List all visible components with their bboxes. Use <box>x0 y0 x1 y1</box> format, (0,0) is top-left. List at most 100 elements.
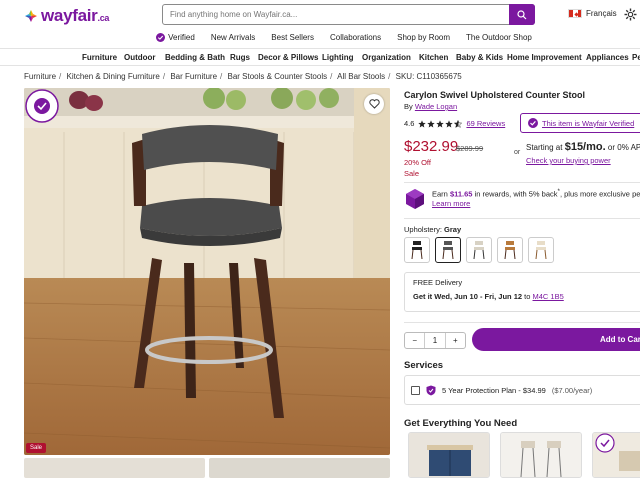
related-products <box>404 432 640 478</box>
subnav-outdoor-shop[interactable]: The Outdoor Shop <box>466 33 532 42</box>
settings-gear-icon[interactable] <box>624 8 637 21</box>
logo-text: wayfair <box>41 6 98 25</box>
wayfair-verified-link[interactable]: This item is Wayfair Verified <box>520 113 640 133</box>
subnav-verified[interactable]: Verified <box>156 33 195 42</box>
search-button[interactable] <box>509 4 535 25</box>
breadcrumb-bar-stools[interactable]: Bar Stools & Counter Stools <box>228 72 328 81</box>
thumbnail-strip <box>24 458 390 478</box>
category-pets[interactable]: Pe <box>632 53 640 62</box>
half-star-icon <box>454 119 463 128</box>
category-bedding-bath[interactable]: Bedding & Bath <box>165 53 225 62</box>
category-furniture[interactable]: Furniture <box>82 53 117 62</box>
delivery-to: to <box>524 292 531 301</box>
monthly-price: $15/mo. <box>564 141 606 153</box>
protection-plan-checkbox[interactable] <box>411 385 420 395</box>
reviews-link[interactable]: 69 Reviews <box>466 119 505 128</box>
subnav-collaborations[interactable]: Collaborations <box>330 33 381 42</box>
breadcrumb-furniture[interactable]: Furniture <box>24 72 56 81</box>
swatch-gray[interactable] <box>435 237 461 263</box>
rewards-suffix: in rewards, with 5% back <box>472 189 558 199</box>
language-label: Français <box>586 9 617 18</box>
product-title: Carylon Swivel Upholstered Counter Stool <box>404 90 586 100</box>
language-switch[interactable]: Français <box>568 9 617 18</box>
sale-tag: Sale <box>26 443 47 453</box>
rewards-tail: , plus more exclusive perks <box>559 189 640 199</box>
rewards-prefix: Earn <box>432 189 450 199</box>
add-to-cart-button[interactable]: Add to Cart <box>472 328 640 351</box>
related-product-2[interactable] <box>500 432 582 478</box>
category-baby-kids[interactable]: Baby & Kids <box>456 53 503 62</box>
wayfair-logo[interactable]: wayfair.ca <box>24 6 109 26</box>
swatch-beige[interactable] <box>528 237 554 263</box>
category-home-improvement[interactable]: Home Improvement <box>507 53 582 62</box>
heart-icon <box>368 99 380 109</box>
starting-at-label: Starting at <box>526 143 563 152</box>
protection-plan-label: 5 Year Protection Plan - $34.99 <box>442 385 546 395</box>
delivery-box: FREE Delivery Get it Wed, Jun 10 - Fri, … <box>404 272 640 312</box>
subnav-shop-by-room[interactable]: Shop by Room <box>397 33 450 42</box>
subnav-best-sellers[interactable]: Best Sellers <box>271 33 314 42</box>
thumbnail-1[interactable] <box>24 458 205 478</box>
decrease-quantity-button[interactable]: − <box>405 336 424 345</box>
swatch-tan[interactable] <box>497 237 523 263</box>
swatch-cream[interactable] <box>466 237 492 263</box>
bar-stools-image <box>501 433 581 477</box>
get-everything-heading: Get Everything You Need <box>404 418 518 429</box>
postal-code-link[interactable]: M4C 1B5 <box>533 292 564 301</box>
favorite-heart-button[interactable] <box>364 94 384 114</box>
category-rugs[interactable]: Rugs <box>230 53 250 62</box>
search-bar <box>162 4 535 25</box>
financing-offer: Starting at $15/mo. or 0% APR <box>526 141 640 153</box>
star-icon <box>436 119 445 127</box>
breadcrumb: Furniture / Kitchen & Dining Furniture / B… <box>24 72 462 81</box>
learn-more-link[interactable]: Learn more <box>432 199 470 208</box>
logo-suffix: .ca <box>97 13 110 23</box>
delivery-title: FREE Delivery <box>413 278 463 287</box>
star-icon <box>418 119 427 127</box>
shield-icon <box>426 385 436 395</box>
or-separator: or <box>514 149 521 156</box>
wayfair-pinwheel-icon <box>25 10 37 22</box>
brand-line: By Wade Logan <box>404 102 457 111</box>
category-decor-pillows[interactable]: Decor & Pillows <box>258 53 318 62</box>
verified-badge-icon <box>528 118 538 128</box>
by-label: By <box>404 102 413 111</box>
verified-label: This item is Wayfair Verified <box>542 118 635 128</box>
upholstery-label: Upholstery: Gray <box>404 225 461 234</box>
thumbnail-2[interactable] <box>209 458 390 478</box>
stool-beige-icon <box>535 241 547 260</box>
category-nav: Furniture Outdoor Bedding & Bath Rugs De… <box>0 48 640 66</box>
category-kitchen[interactable]: Kitchen <box>419 53 448 62</box>
increase-quantity-button[interactable]: + <box>446 336 465 345</box>
quantity-stepper: − 1 + <box>404 332 466 349</box>
swatch-black[interactable] <box>404 237 430 263</box>
subnav-new-arrivals[interactable]: New Arrivals <box>211 33 255 42</box>
quantity-value[interactable]: 1 <box>424 333 446 348</box>
breadcrumb-bar-furniture[interactable]: Bar Furniture <box>170 72 217 81</box>
verified-stamp-icon <box>25 89 59 123</box>
top-bar: wayfair.ca Français <box>0 0 640 30</box>
category-outdoor[interactable]: Outdoor <box>124 53 156 62</box>
rating-value: 4.6 <box>404 119 415 128</box>
product-main-image[interactable]: Sale <box>24 88 390 455</box>
services-heading: Services <box>404 360 444 371</box>
brand-link[interactable]: Wade Logan <box>415 102 457 111</box>
search-input[interactable] <box>163 5 509 24</box>
breadcrumb-all-bar-stools[interactable]: All Bar Stools <box>337 72 385 81</box>
category-lighting[interactable]: Lighting <box>322 53 354 62</box>
buying-power-link[interactable]: Check your buying power <box>526 156 611 165</box>
rating-stars <box>418 119 463 128</box>
delivery-dates: Get it Wed, Jun 10 - Fri, Jun 12 <box>413 292 523 301</box>
protection-plan-option[interactable]: 5 Year Protection Plan - $34.99 ($7.00/y… <box>404 375 640 405</box>
breadcrumb-kitchen-dining[interactable]: Kitchen & Dining Furniture <box>66 72 159 81</box>
rewards-text: Earn $11.65 in rewards, with 5% back*, p… <box>432 188 640 210</box>
related-product-1[interactable] <box>408 432 490 478</box>
stool-tan-icon <box>504 241 516 260</box>
secondary-nav: Verified New Arrivals Best Sellers Colla… <box>0 33 640 42</box>
stool-black-icon <box>411 241 423 260</box>
rewards-gem-icon <box>406 189 424 209</box>
related-product-3[interactable] <box>592 432 640 478</box>
category-organization[interactable]: Organization <box>362 53 411 62</box>
kitchen-island-image <box>409 433 489 477</box>
category-appliances[interactable]: Appliances <box>586 53 629 62</box>
